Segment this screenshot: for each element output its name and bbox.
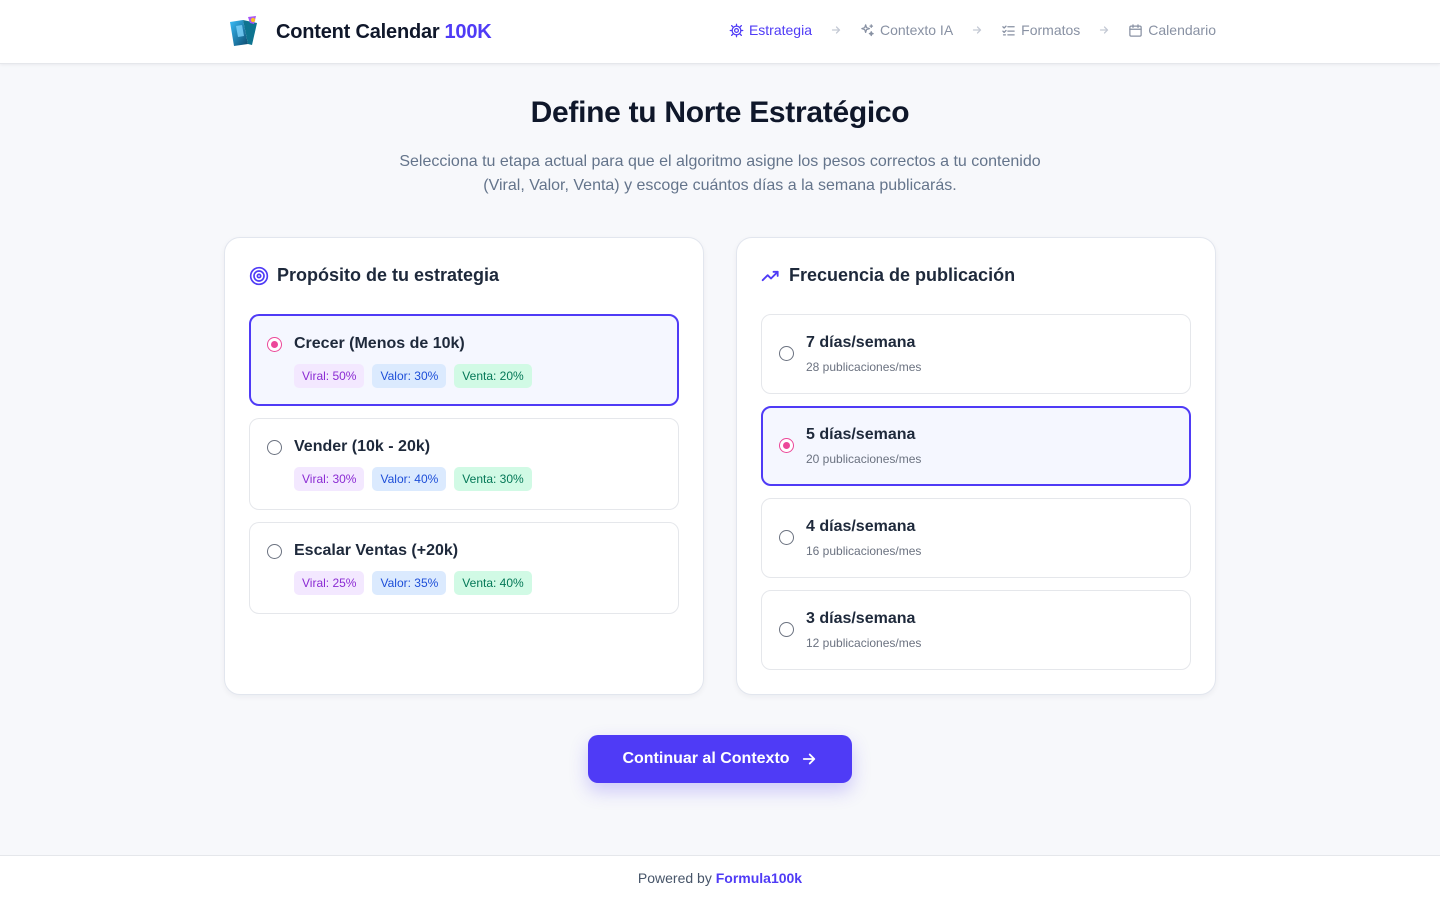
frequency-option-3[interactable]: 3 días/semana 12 publicaciones/mes xyxy=(761,590,1191,670)
continue-button-label: Continuar al Contexto xyxy=(622,750,790,767)
option-sublabel: 20 publicaciones/mes xyxy=(806,452,922,466)
step-label: Calendario xyxy=(1148,22,1216,38)
step-contexto-ia[interactable]: Contexto IA xyxy=(860,22,953,38)
option-label: 7 días/semana xyxy=(806,334,916,351)
sparkles-icon xyxy=(861,23,874,36)
frequency-option-7[interactable]: 7 días/semana 28 publicaciones/mes xyxy=(761,314,1191,394)
option-label: 4 días/semana xyxy=(806,518,916,535)
frequency-card: Frecuencia de publicación 7 días/semana … xyxy=(736,237,1216,695)
frequency-option-4[interactable]: 4 días/semana 16 publicaciones/mes xyxy=(761,498,1191,578)
option-label: Crecer (Menos de 10k) xyxy=(294,335,465,352)
tag-valor: Valor: 35% xyxy=(372,571,447,595)
option-label: Escalar Ventas (+20k) xyxy=(294,542,459,559)
weight-tags: Viral: 25% Valor: 35% Venta: 40% xyxy=(294,571,540,595)
tag-valor: Valor: 40% xyxy=(372,467,447,491)
tag-viral: Viral: 30% xyxy=(294,467,365,491)
radio-button[interactable] xyxy=(779,438,794,453)
radio-button[interactable] xyxy=(779,530,794,545)
option-sublabel: 12 publicaciones/mes xyxy=(806,636,922,650)
option-sublabel: 16 publicaciones/mes xyxy=(806,544,922,558)
gear-icon xyxy=(729,23,744,37)
tag-venta: Venta: 40% xyxy=(454,571,532,595)
footer-brand-link[interactable]: Formula100k xyxy=(716,870,802,886)
target-icon xyxy=(249,266,269,285)
frequency-card-header: Frecuencia de publicación xyxy=(761,265,1015,286)
calendar-icon xyxy=(1129,23,1143,37)
weight-tags: Viral: 30% Valor: 40% Venta: 30% xyxy=(294,467,540,491)
radio-button[interactable] xyxy=(779,622,794,637)
footer-prefix: Powered by xyxy=(637,870,712,886)
step-label: Estrategia xyxy=(748,22,812,38)
trending-up-icon xyxy=(761,270,779,281)
app-title-accent: 100K xyxy=(444,20,492,43)
wizard-steps: Estrategia Contexto IA Formatos Calendar… xyxy=(729,22,1216,38)
checklist-icon xyxy=(1002,25,1015,35)
page-subtitle: Selecciona tu etapa actual para que el a… xyxy=(399,153,1041,194)
step-calendario[interactable]: Calendario xyxy=(1128,22,1216,38)
radio-button[interactable] xyxy=(779,346,794,361)
tag-valor: Valor: 30% xyxy=(372,364,447,388)
arrow-right-icon xyxy=(973,26,982,34)
app-logo-icon xyxy=(230,16,257,46)
weight-tags: Viral: 50% Valor: 30% Venta: 20% xyxy=(294,364,540,388)
tag-venta: Venta: 20% xyxy=(454,364,532,388)
brand[interactable]: Content Calendar 100K xyxy=(226,14,492,50)
step-label: Contexto IA xyxy=(880,22,954,38)
arrow-right-icon xyxy=(831,26,841,34)
tag-venta: Venta: 30% xyxy=(454,467,532,491)
radio-button[interactable] xyxy=(267,544,282,559)
purpose-card: Propósito de tu estrategia Crecer (Menos… xyxy=(224,237,704,695)
continue-button[interactable]: Continuar al Contexto xyxy=(588,735,852,783)
frequency-option-5[interactable]: 5 días/semana 20 publicaciones/mes xyxy=(761,406,1191,486)
option-label: 3 días/semana xyxy=(806,610,916,627)
option-label: 5 días/semana xyxy=(806,426,916,443)
step-formatos[interactable]: Formatos xyxy=(1001,22,1080,38)
purpose-option-vender[interactable]: Vender (10k - 20k) Viral: 30% Valor: 40%… xyxy=(249,418,679,510)
option-sublabel: 28 publicaciones/mes xyxy=(806,360,922,374)
page-title: Define tu Norte Estratégico xyxy=(530,96,910,129)
step-estrategia[interactable]: Estrategia xyxy=(729,22,812,38)
frequency-card-title: Frecuencia de publicación xyxy=(789,265,1016,285)
radio-button[interactable] xyxy=(267,337,282,352)
arrow-right-icon xyxy=(802,753,815,765)
step-label: Formatos xyxy=(1021,22,1081,38)
radio-button[interactable] xyxy=(267,440,282,455)
purpose-card-title: Propósito de tu estrategia xyxy=(277,265,500,285)
purpose-option-escalar[interactable]: Escalar Ventas (+20k) Viral: 25% Valor: … xyxy=(249,522,679,614)
tag-viral: Viral: 25% xyxy=(294,571,365,595)
tag-viral: Viral: 50% xyxy=(294,364,365,388)
app-title: Content Calendar xyxy=(276,20,440,43)
footer: Powered by Formula100k xyxy=(0,855,1440,900)
purpose-card-header: Propósito de tu estrategia xyxy=(249,265,499,286)
option-label: Vender (10k - 20k) xyxy=(294,438,431,455)
arrow-right-icon xyxy=(1100,26,1109,34)
purpose-option-crecer[interactable]: Crecer (Menos de 10k) Viral: 50% Valor: … xyxy=(249,314,679,406)
top-nav: Content Calendar 100K Estrategia Context… xyxy=(0,0,1440,64)
